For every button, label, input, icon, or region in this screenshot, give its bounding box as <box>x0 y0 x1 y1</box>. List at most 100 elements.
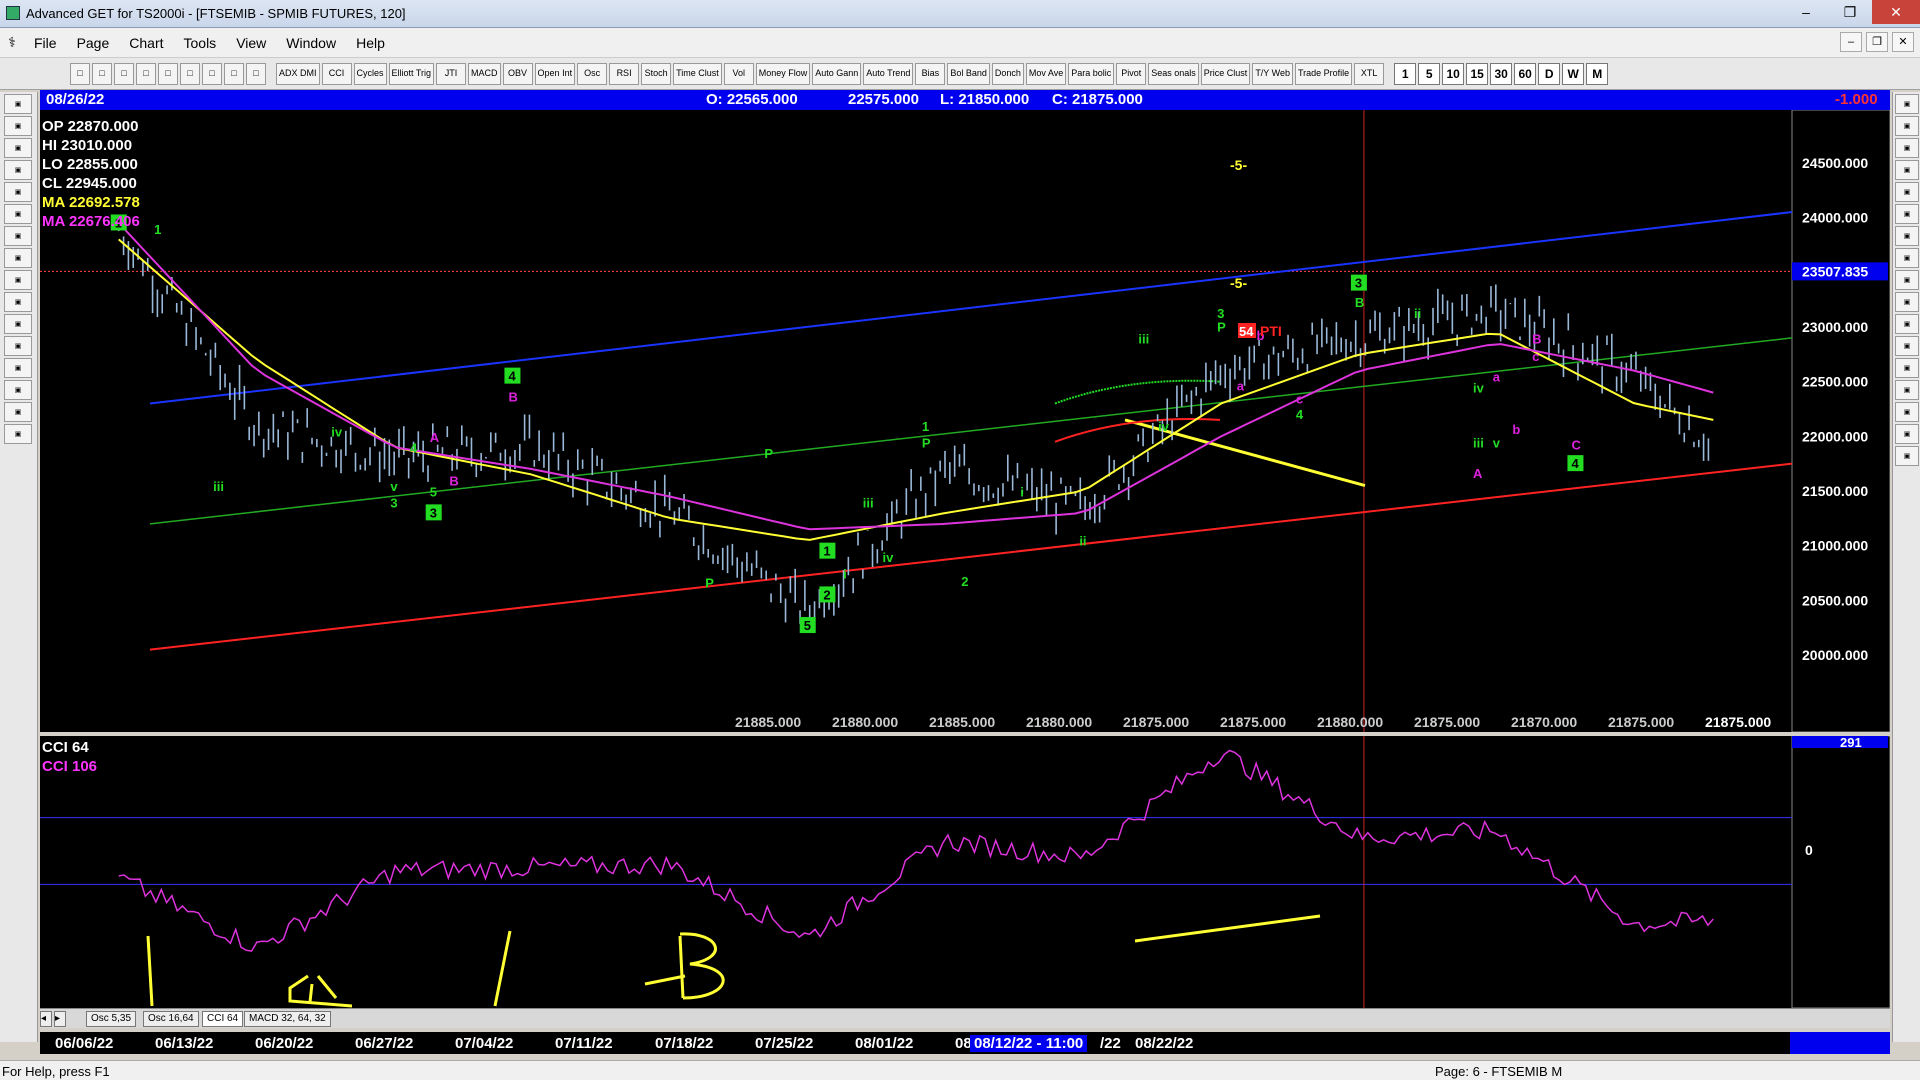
menu-page[interactable]: Page <box>67 35 120 51</box>
channel-icon[interactable]: ▣ <box>1895 226 1919 246</box>
zoom-icon[interactable]: ▣ <box>4 292 32 312</box>
study-button-12[interactable]: Vol <box>723 62 754 85</box>
study-button-11[interactable]: Time Clust <box>673 62 722 85</box>
elliott-icon[interactable]: ▣ <box>4 182 32 202</box>
fib-ext-icon[interactable]: ▣ <box>1895 160 1919 180</box>
timeframe-button-8[interactable]: M <box>1586 62 1609 85</box>
draw-icon[interactable]: ▣ <box>4 94 32 114</box>
study-button-13[interactable]: Money Flow <box>755 62 811 85</box>
undo-icon[interactable]: ▣ <box>1895 446 1919 466</box>
tab-scroll-left-icon[interactable]: ◂ <box>40 1011 52 1027</box>
reset-icon[interactable]: ▣ <box>4 138 32 158</box>
mdi-minimize-icon[interactable]: – <box>1840 32 1862 52</box>
erase-icon[interactable]: ▣ <box>1895 380 1919 400</box>
menu-chart[interactable]: Chart <box>119 35 173 51</box>
timeframe-button-7[interactable]: W <box>1562 62 1585 85</box>
pti-icon[interactable]: ▣ <box>1895 270 1919 290</box>
camera-icon[interactable]: ▣ <box>4 424 32 444</box>
timeframe-button-3[interactable]: 15 <box>1466 62 1489 85</box>
study-button-2[interactable]: Cycles <box>353 62 387 85</box>
close-icon[interactable]: ✕ <box>1872 0 1920 24</box>
study-button-7[interactable]: Open Int <box>534 62 576 85</box>
timeframe-button-0[interactable]: 1 <box>1394 62 1417 85</box>
cci-indicator-chart[interactable]: CCI 64 CCI 106 291 0 <box>40 736 1890 1008</box>
tab-osc-16-64[interactable]: Osc 16,64 <box>143 1011 199 1027</box>
arrow-up-icon[interactable]: ▣ <box>4 204 32 224</box>
menu-help[interactable]: Help <box>346 35 395 51</box>
pencil-icon[interactable]: ▣ <box>1895 94 1919 114</box>
circle-icon[interactable]: ▣ <box>1895 204 1919 224</box>
menu-view[interactable]: View <box>226 35 276 51</box>
pointer-icon[interactable]: ▣ <box>4 116 32 136</box>
study-button-4[interactable]: JTI <box>436 62 467 85</box>
menu-tools[interactable]: Tools <box>174 35 227 51</box>
save-icon[interactable]: □ <box>92 62 112 85</box>
grid-icon[interactable]: ▣ <box>1895 292 1919 312</box>
fib-icon[interactable]: ▣ <box>4 380 32 400</box>
study-button-23[interactable]: Price Clust <box>1200 62 1251 85</box>
study-button-24[interactable]: T/Y Web <box>1252 62 1293 85</box>
study-button-8[interactable]: Osc <box>577 62 608 85</box>
fib-ret-icon[interactable]: ▣ <box>1895 138 1919 158</box>
select-icon[interactable]: □ <box>158 62 178 85</box>
study-icon[interactable]: ▣ <box>4 160 32 180</box>
ellipse-icon[interactable]: ▣ <box>1895 248 1919 268</box>
menu-window[interactable]: Window <box>276 35 346 51</box>
help-icon[interactable]: □ <box>224 62 244 85</box>
study-button-18[interactable]: Donch <box>991 62 1024 85</box>
copy-icon[interactable]: □ <box>136 62 156 85</box>
restore-icon[interactable]: ❐ <box>1828 0 1872 24</box>
timeframe-button-2[interactable]: 10 <box>1442 62 1465 85</box>
mdi-close-icon[interactable]: ✕ <box>1892 32 1914 52</box>
arrow-left-icon[interactable]: ▣ <box>4 248 32 268</box>
print-icon[interactable]: □ <box>180 62 200 85</box>
study-button-9[interactable]: RSI <box>609 62 640 85</box>
study-button-15[interactable]: Auto Trend <box>863 62 914 85</box>
fib-time-icon[interactable]: ▣ <box>1895 182 1919 202</box>
study-button-0[interactable]: ADX DMI <box>276 62 320 85</box>
fit-icon[interactable]: ▣ <box>4 314 32 334</box>
arrow-right-icon[interactable]: ▣ <box>4 270 32 290</box>
magnify-icon[interactable]: ▣ <box>1895 358 1919 378</box>
study-button-25[interactable]: Trade Profile <box>1295 62 1353 85</box>
study-button-3[interactable]: Elliott Trig <box>388 62 435 85</box>
study-button-14[interactable]: Auto Gann <box>812 62 862 85</box>
crosshair-icon[interactable]: ▣ <box>4 402 32 422</box>
gann-icon[interactable]: ▣ <box>4 358 32 378</box>
mob-icon[interactable]: ▣ <box>1895 314 1919 334</box>
study-button-22[interactable]: Seas onals <box>1148 62 1199 85</box>
tab-cci-64[interactable]: CCI 64 <box>202 1011 244 1027</box>
cross-icon[interactable]: ▣ <box>1895 336 1919 356</box>
arrow-down-icon[interactable]: ▣ <box>4 226 32 246</box>
study-button-6[interactable]: OBV <box>502 62 533 85</box>
arrow-tool-icon[interactable]: ▣ <box>1895 116 1919 136</box>
open-template-icon[interactable]: □ <box>114 62 134 85</box>
tab-osc-5-35[interactable]: Osc 5,35 <box>86 1011 137 1027</box>
study-button-19[interactable]: Mov Ave <box>1025 62 1067 85</box>
timeframe-button-5[interactable]: 60 <box>1514 62 1537 85</box>
price-chart[interactable]: 24500.00024000.00023000.00022500.0002200… <box>40 110 1890 732</box>
study-button-16[interactable]: Bias <box>915 62 946 85</box>
study-button-17[interactable]: Bol Band <box>947 62 990 85</box>
minimize-icon[interactable]: – <box>1784 0 1828 24</box>
mdi-restore-icon[interactable]: ❐ <box>1866 32 1888 52</box>
study-button-5[interactable]: MACD <box>468 62 501 85</box>
study-button-1[interactable]: CCI <box>321 62 352 85</box>
study-button-26[interactable]: XTL <box>1354 62 1385 85</box>
new-file-icon[interactable]: □ <box>70 62 90 85</box>
timeframe-button-4[interactable]: 30 <box>1490 62 1513 85</box>
study-button-21[interactable]: Pivot <box>1116 62 1147 85</box>
context-help-icon[interactable]: □ <box>246 62 266 85</box>
tab-macd[interactable]: MACD 32, 64, 32 <box>244 1011 331 1027</box>
study-button-20[interactable]: Para bolic <box>1068 62 1115 85</box>
menu-file[interactable]: File <box>24 35 67 51</box>
timeframe-button-6[interactable]: D <box>1538 62 1561 85</box>
study-button-10[interactable]: Stoch <box>641 62 672 85</box>
lines-icon[interactable]: ▣ <box>4 336 32 356</box>
tab-scroll-right-icon[interactable]: ▸ <box>54 1011 66 1027</box>
reverse-icon[interactable]: ▣ <box>1895 402 1919 422</box>
mdi-app-icon[interactable]: ⚕ <box>0 34 24 51</box>
page-icon[interactable]: ▣ <box>1895 424 1919 444</box>
timeframe-button-1[interactable]: 5 <box>1418 62 1441 85</box>
settings-icon[interactable]: □ <box>202 62 222 85</box>
